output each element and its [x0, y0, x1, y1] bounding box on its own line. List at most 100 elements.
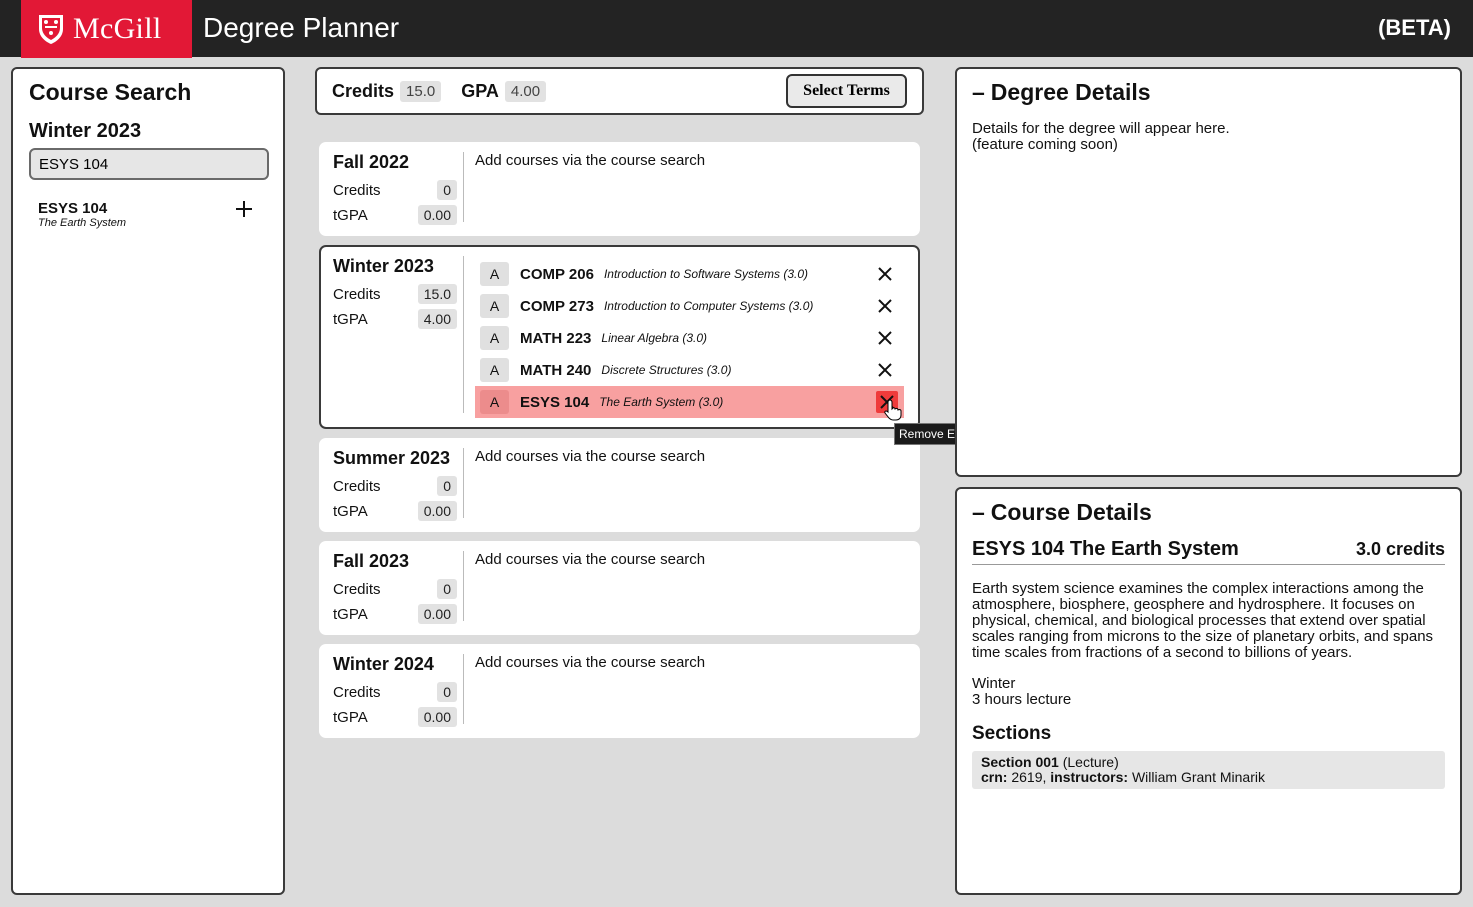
result-code: ESYS 104	[38, 200, 108, 217]
course-details-title: Course Details	[990, 499, 1152, 525]
term-tgpa-label: tGPA	[333, 502, 368, 520]
term-tgpa-value: 0.00	[417, 501, 457, 521]
term-credits-value: 0	[437, 180, 457, 200]
course-code: ESYS 104	[520, 393, 590, 411]
degree-placeholder-text: Details for the degree will appear here.…	[972, 120, 1230, 153]
course-details-panel: – Course Details ESYS 104 The Earth Syste…	[955, 487, 1462, 895]
mcgill-shield-icon	[39, 15, 63, 44]
top-bar: McGill Degree Planner (BETA)	[0, 0, 1473, 58]
degree-details-title: Degree Details	[990, 79, 1151, 105]
course-code: MATH 240	[520, 361, 592, 379]
section-item: Section 001 (Lecture) crn: 2619, instruc…	[972, 751, 1445, 789]
close-icon[interactable]	[874, 295, 896, 317]
course-title: Linear Algebra (3.0)	[601, 331, 708, 345]
degree-details-header[interactable]: – Degree Details	[972, 79, 1445, 106]
term-tgpa-label: tGPA	[333, 310, 368, 328]
search-term-label: Winter 2023	[29, 120, 142, 142]
crn-value: 2619,	[1011, 769, 1047, 785]
hand-cursor-icon	[884, 399, 902, 421]
term-name: Winter 2024	[333, 654, 434, 674]
credits-value: 15.0	[400, 80, 442, 102]
select-terms-button[interactable]: Select Terms	[786, 74, 907, 108]
collapse-icon[interactable]: –	[972, 499, 985, 525]
term-tgpa-value: 0.00	[417, 205, 457, 225]
grade-badge[interactable]: A	[480, 262, 509, 286]
term-credits-label: Credits	[333, 181, 381, 199]
instructors-label: instructors:	[1050, 769, 1129, 785]
search-result-item[interactable]: ESYS 104 The Earth System	[29, 200, 267, 229]
summary-bar: Credits 15.0 GPA 4.00 Select Terms	[315, 67, 924, 115]
term-credits-label: Credits	[333, 580, 381, 598]
term-tgpa-label: tGPA	[333, 605, 368, 623]
sections-title: Sections	[972, 723, 1052, 744]
course-code: COMP 273	[520, 297, 594, 315]
credits-label: Credits	[332, 80, 395, 101]
term-credits-label: Credits	[333, 285, 381, 303]
crn-label: crn:	[981, 769, 1008, 785]
course-credits: 3.0 credits	[1355, 539, 1445, 559]
course-row[interactable]: A COMP 206 Introduction to Software Syst…	[475, 258, 904, 290]
degree-details-panel: – Degree Details Details for the degree w…	[955, 67, 1462, 477]
gpa-value: 4.00	[504, 80, 547, 102]
term-card-summer-2023: Summer 2023 Credits 0 tGPA 0.00 Add course…	[319, 438, 920, 532]
course-title: Introduction to Computer Systems (3.0)	[603, 299, 814, 313]
close-icon[interactable]	[874, 327, 896, 349]
term-credits-value: 0	[437, 682, 457, 702]
course-full-title: ESYS 104 The Earth System	[972, 538, 1239, 560]
term-tgpa-value: 0.00	[417, 604, 457, 624]
course-title: Discrete Structures (3.0)	[601, 363, 732, 377]
beta-label: (BETA)	[1378, 15, 1451, 40]
term-tgpa-value: 4.00	[417, 309, 457, 329]
term-credits-label: Credits	[333, 477, 381, 495]
course-row-highlighted[interactable]: A ESYS 104 The Earth System (3.0)	[475, 386, 904, 418]
gpa-label: GPA	[461, 80, 499, 101]
term-empty-text: Add courses via the course search	[475, 152, 706, 169]
course-heading: ESYS 104 The Earth System 3.0 credits	[972, 538, 1445, 565]
course-code: COMP 206	[520, 265, 594, 283]
logo-wordmark: McGill	[73, 12, 162, 45]
term-empty-text: Add courses via the course search	[475, 448, 706, 465]
term-credits-value: 0	[437, 476, 457, 496]
course-description: Earth system science examines the comple…	[972, 580, 1434, 661]
course-code: MATH 223	[520, 329, 592, 347]
term-card-fall-2023: Fall 2023 Credits 0 tGPA 0.00 Add courses …	[319, 541, 920, 635]
term-name: Fall 2023	[333, 551, 410, 571]
course-row[interactable]: A COMP 273 Introduction to Computer Syst…	[475, 290, 904, 322]
term-empty-text: Add courses via the course search	[475, 654, 706, 671]
close-icon[interactable]	[874, 359, 896, 381]
course-term-offered: Winter	[972, 675, 1016, 692]
course-title: Introduction to Software Systems (3.0)	[603, 267, 809, 281]
grade-badge[interactable]: A	[480, 390, 509, 414]
course-search-panel: Course Search Winter 2023 ESYS 104 The E…	[11, 67, 285, 895]
term-name: Fall 2022	[333, 152, 410, 172]
course-row[interactable]: A MATH 223 Linear Algebra (3.0)	[475, 322, 904, 354]
term-empty-text: Add courses via the course search	[475, 551, 706, 568]
instructors-value: William Grant Minarik	[1131, 769, 1265, 785]
course-title: The Earth System (3.0)	[599, 395, 724, 409]
term-tgpa-value: 0.00	[417, 707, 457, 727]
term-course-list: A COMP 206 Introduction to Software Syst…	[464, 256, 918, 427]
term-card-winter-2023: Winter 2023 Credits 15.0 tGPA 4.00 A COMP …	[319, 245, 920, 429]
close-icon[interactable]	[874, 263, 896, 285]
course-search-title: Course Search	[29, 79, 192, 105]
term-name: Summer 2023	[333, 448, 451, 468]
term-credits-value: 15.0	[417, 284, 457, 304]
search-input[interactable]	[29, 148, 269, 180]
grade-badge[interactable]: A	[480, 326, 509, 350]
app-title: Degree Planner	[203, 12, 400, 43]
term-tgpa-label: tGPA	[333, 708, 368, 726]
course-meta: Winter 3 hours lecture	[972, 676, 1445, 708]
term-name: Winter 2023	[333, 256, 434, 276]
course-details-header[interactable]: – Course Details	[972, 499, 1445, 526]
collapse-icon[interactable]: –	[972, 79, 985, 105]
grade-badge[interactable]: A	[480, 294, 509, 318]
term-tgpa-label: tGPA	[333, 206, 368, 224]
term-credits-label: Credits	[333, 683, 381, 701]
mcgill-logo[interactable]: McGill	[21, 0, 192, 58]
course-row[interactable]: A MATH 240 Discrete Structures (3.0)	[475, 354, 904, 386]
plus-icon[interactable]	[234, 197, 254, 223]
result-name: The Earth System	[38, 217, 127, 229]
section-label: Section 001	[981, 754, 1059, 770]
grade-badge[interactable]: A	[480, 358, 509, 382]
term-card-fall-2022: Fall 2022 Credits 0 tGPA 0.00 Add courses …	[319, 142, 920, 236]
